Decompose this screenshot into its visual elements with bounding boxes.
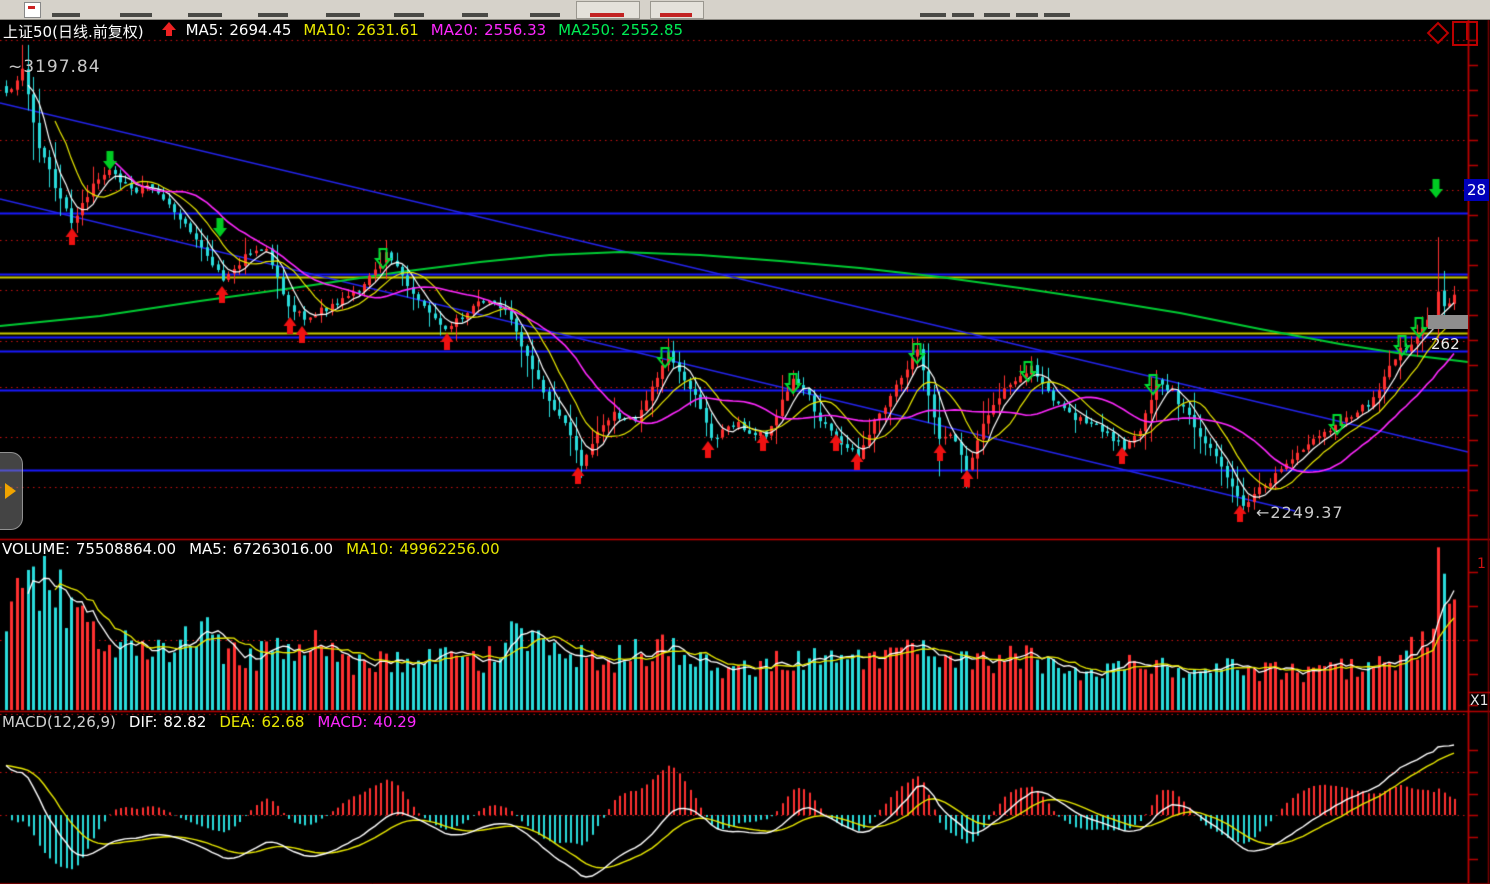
price-axis-badge: 28	[1464, 179, 1489, 201]
menu-text-fragment	[52, 13, 80, 17]
menu-bar[interactable]	[0, 0, 1490, 20]
expand-arrow-icon	[5, 483, 16, 499]
trough-price-annotation: ←2249.37	[1256, 503, 1344, 522]
volume-header: VOLUME:75508864.00 MA5:67263016.00 MA10:…	[2, 540, 513, 558]
app-icon	[24, 2, 41, 18]
menu-text-fragment	[462, 13, 488, 17]
volume-ma10-readout: MA10:49962256.00	[346, 540, 500, 558]
dif-readout: DIF:82.82	[129, 713, 206, 731]
volume-pane[interactable]: VOLUME:75508864.00 MA5:67263016.00 MA10:…	[0, 539, 1490, 711]
menu-text-fragment	[1016, 13, 1038, 17]
menu-text-fragment	[120, 13, 152, 17]
dea-readout: DEA:62.68	[219, 713, 304, 731]
ma10-readout: MA10:2631.61	[303, 21, 418, 39]
menu-text-fragment	[326, 13, 360, 17]
ma250-readout: MA250:2552.85	[558, 21, 683, 39]
last-price-marker-box	[1428, 315, 1468, 329]
menu-text-fragment	[920, 13, 946, 17]
sidebar-expand-handle[interactable]	[0, 452, 23, 530]
volume-axis-label: 1	[1477, 556, 1486, 572]
trend-up-arrow-icon	[162, 21, 176, 37]
window-split-icon[interactable]	[1452, 21, 1478, 46]
ma20-readout: MA20:2556.33	[431, 21, 546, 39]
peak-price-annotation: ~3197.84	[8, 57, 101, 77]
menu-text-fragment	[258, 13, 288, 17]
ma5-readout: MA5:2694.45	[186, 21, 292, 39]
trading-app-window: 上证50(日线.前复权) MA5:2694.45 MA10:2631.61 MA…	[0, 0, 1490, 884]
last-price-label: 262	[1431, 335, 1460, 353]
volume-ma5-readout: MA5:67263016.00	[189, 540, 333, 558]
menu-text-fragment	[590, 13, 624, 17]
main-chart-pane[interactable]: 上证50(日线.前复权) MA5:2694.45 MA10:2631.61 MA…	[0, 20, 1490, 538]
symbol-title: 上证50(日线.前复权)	[3, 21, 144, 39]
macd-readout: MACD:40.29	[317, 713, 416, 731]
diamond-icon[interactable]	[1427, 22, 1450, 45]
main-chart-header: 上证50(日线.前复权) MA5:2694.45 MA10:2631.61 MA…	[3, 21, 695, 39]
menu-text-fragment	[660, 13, 692, 17]
macd-pane[interactable]: MACD(12,26,9) DIF:82.82 DEA:62.68 MACD:4…	[0, 712, 1490, 884]
macd-title: MACD(12,26,9)	[2, 713, 116, 731]
macd-header: MACD(12,26,9) DIF:82.82 DEA:62.68 MACD:4…	[2, 713, 429, 731]
menu-text-fragment	[952, 13, 974, 17]
menu-text-fragment	[188, 13, 222, 17]
volume-readout: VOLUME:75508864.00	[2, 540, 176, 558]
menu-text-fragment	[984, 13, 1010, 17]
menu-text-fragment	[394, 13, 424, 17]
menu-text-fragment	[1044, 13, 1070, 17]
volume-scale-label: X1	[1470, 693, 1489, 709]
menu-text-fragment	[530, 13, 560, 17]
